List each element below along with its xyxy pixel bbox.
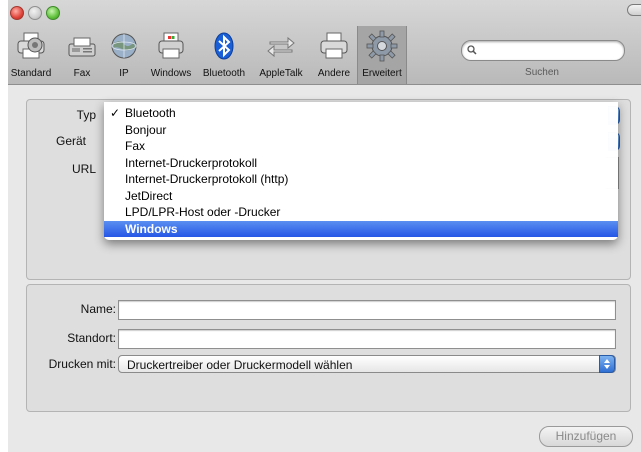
search-label: Suchen xyxy=(525,67,559,78)
search-input[interactable] xyxy=(482,42,621,60)
toolbar-item-label: Windows xyxy=(150,68,192,79)
close-window-button[interactable] xyxy=(10,6,24,20)
print-with-value: Druckertreiber oder Druckermodell wählen xyxy=(127,358,353,372)
menu-item-label: Fax xyxy=(125,139,146,153)
gear-icon xyxy=(366,30,398,62)
toolbar-item-bluetooth[interactable]: Bluetooth xyxy=(200,30,248,80)
menu-item-label: Bonjour xyxy=(125,122,167,137)
menu-item-windows[interactable]: Windows xyxy=(104,220,618,237)
menu-item-bonjour[interactable]: Bonjour xyxy=(104,122,618,139)
zoom-window-button[interactable] xyxy=(46,6,60,20)
url-label: URL xyxy=(71,162,96,176)
device-label: Gerät xyxy=(55,134,86,148)
print-with-popup[interactable]: Druckertreiber oder Druckermodell wählen xyxy=(118,355,616,373)
popup-arrows-icon xyxy=(599,355,615,373)
menu-item-label: JetDirect xyxy=(125,188,173,203)
toolbar-item-andere[interactable]: Andere xyxy=(313,30,355,80)
toolbar-item-label: IP xyxy=(119,68,129,79)
globe-icon xyxy=(111,33,137,59)
bluetooth-icon xyxy=(214,32,234,60)
toolbar: Standard Fax IP Windows Bluetooth AppleT… xyxy=(8,0,641,85)
toolbar-item-erweitert[interactable]: Erweitert xyxy=(357,26,407,84)
toolbar-item-fax[interactable]: Fax xyxy=(66,30,98,80)
printer-icon xyxy=(17,32,45,59)
print-with-label: Drucken mit: xyxy=(48,357,116,371)
name-label: Name: xyxy=(80,302,116,316)
type-label: Typ xyxy=(76,108,96,122)
toolbar-toggle-button[interactable] xyxy=(627,4,641,16)
minimize-window-button[interactable] xyxy=(28,6,42,20)
location-field[interactable] xyxy=(118,329,616,349)
menu-item-label: Internet-Druckerprotokoll xyxy=(125,155,258,170)
toolbar-item-standard[interactable]: Standard xyxy=(8,30,54,80)
toolbar-item-label: Andere xyxy=(317,68,351,79)
toolbar-item-label: Fax xyxy=(73,68,91,79)
search-icon xyxy=(467,45,477,55)
toolbar-item-label: Erweitert xyxy=(362,68,402,79)
menu-item-ipp[interactable]: Internet-Druckerprotokoll xyxy=(104,155,618,172)
search-field[interactable] xyxy=(461,40,625,61)
type-dropdown-menu: ✓ Bluetooth Bonjour Fax Internet-Drucker… xyxy=(104,102,618,240)
appletalk-arrows-icon xyxy=(267,36,295,58)
menu-item-ipp-http[interactable]: Internet-Druckerprotokoll (http) xyxy=(104,171,618,188)
printer-icon xyxy=(320,32,348,59)
toolbar-item-appletalk[interactable]: AppleTalk xyxy=(253,30,309,80)
toolbar-item-ip[interactable]: IP xyxy=(106,30,142,80)
menu-item-label: Internet-Druckerprotokoll (http) xyxy=(125,172,289,186)
add-button[interactable]: Hinzufügen xyxy=(539,426,633,447)
menu-item-label: LPD/LPR-Host oder -Drucker xyxy=(125,205,281,219)
menu-item-jetdirect[interactable]: JetDirect xyxy=(104,188,618,205)
toolbar-item-label: AppleTalk xyxy=(259,68,303,79)
name-input[interactable] xyxy=(119,301,615,319)
add-printer-window: Standard Fax IP Windows Bluetooth AppleT… xyxy=(8,0,641,452)
toolbar-item-label: Standard xyxy=(10,68,52,79)
windows-printer-icon xyxy=(158,32,184,59)
checkmark-icon: ✓ xyxy=(110,106,121,120)
menu-item-bluetooth[interactable]: ✓ Bluetooth xyxy=(104,105,618,122)
fax-icon xyxy=(68,37,96,57)
menu-item-lpd[interactable]: LPD/LPR-Host oder -Drucker xyxy=(104,204,618,221)
name-field[interactable] xyxy=(118,300,616,320)
toolbar-item-label: Bluetooth xyxy=(202,68,246,79)
menu-item-label: Windows xyxy=(125,221,178,236)
toolbar-item-windows[interactable]: Windows xyxy=(146,30,196,80)
menu-item-label: Bluetooth xyxy=(125,106,176,120)
location-input[interactable] xyxy=(119,330,615,348)
menu-item-fax[interactable]: Fax xyxy=(104,138,618,155)
location-label: Standort: xyxy=(67,331,116,345)
